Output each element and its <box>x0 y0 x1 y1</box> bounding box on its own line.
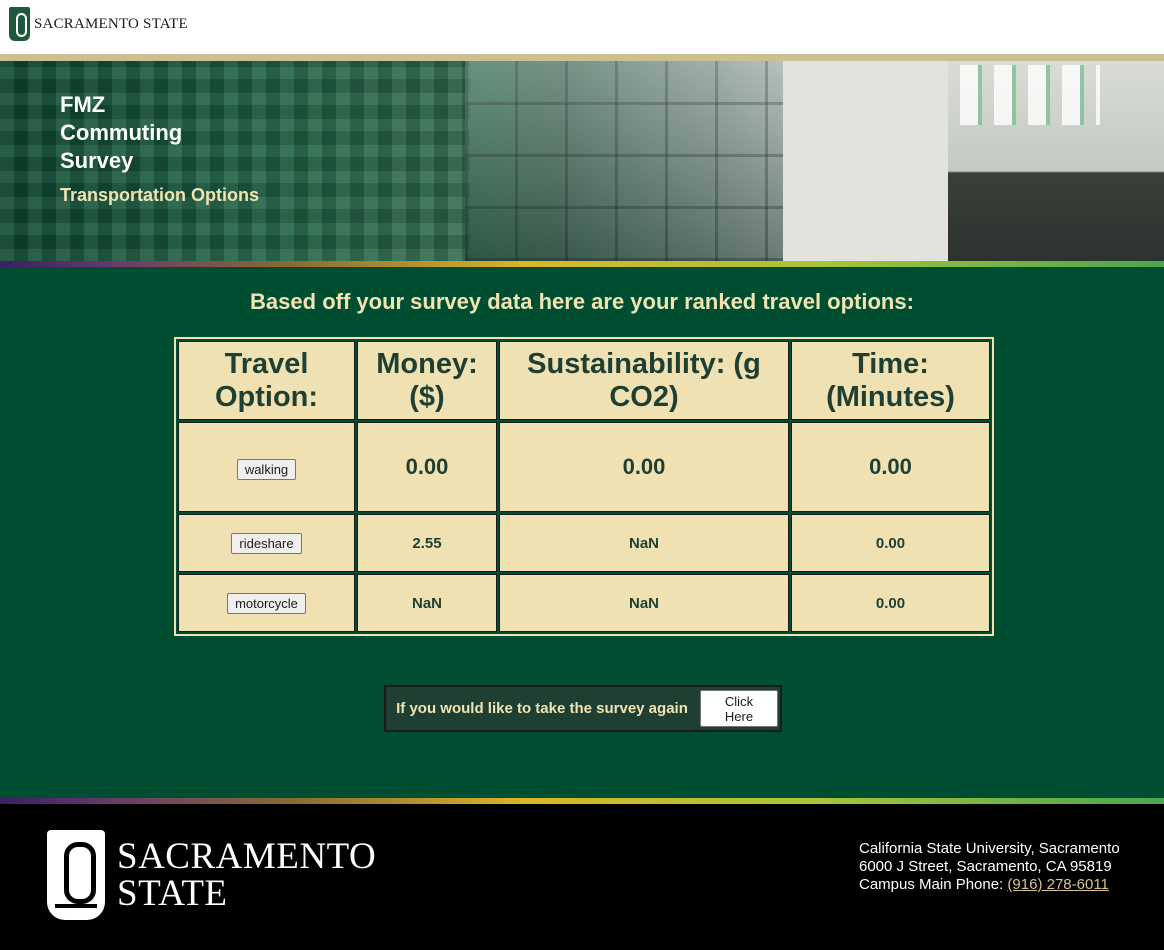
button-text: Click <box>724 693 754 709</box>
header-text: (Minutes) <box>826 380 955 413</box>
address-line: 6000 J Street, Sacramento, CA 95819 <box>859 858 1112 875</box>
column-header-money: Money: ($) <box>357 341 497 420</box>
retake-survey-label: If you would like to take the survey aga… <box>396 699 688 717</box>
hero-banner: FMZ Commuting Survey Transportation Opti… <box>0 61 1164 261</box>
phone-link[interactable]: (916) 278-6011 <box>1007 876 1108 893</box>
header-text: Sustainability: (g <box>527 347 761 380</box>
gold-divider <box>0 54 1164 61</box>
header-text: Money: <box>376 347 478 380</box>
option-cell: motorcycle <box>178 574 355 632</box>
header-text: Time: <box>852 347 929 380</box>
hero-wall <box>783 61 948 261</box>
hero-tiles <box>960 65 1100 125</box>
column-header-sustainability: Sustainability: (g CO2) <box>499 341 789 420</box>
money-cell: NaN <box>357 574 497 632</box>
column-header-travel-option: Travel Option: <box>178 341 355 420</box>
retake-survey-box: If you would like to take the survey aga… <box>384 685 782 732</box>
torch-logo-icon <box>47 830 105 920</box>
time-cell: 0.00 <box>791 574 990 632</box>
header-text: Option: <box>214 380 319 413</box>
footer: SACRAMENTO STATE California State Univer… <box>0 804 1164 950</box>
page-title-line: Commuting <box>60 120 183 145</box>
header-text: Travel <box>224 347 309 380</box>
time-cell: 0.00 <box>791 422 990 512</box>
footer-logo-text: SACRAMENTO STATE <box>117 838 376 912</box>
header-text: ($) <box>409 380 445 413</box>
top-logo-text: SACRAMENTO STATE <box>34 15 188 32</box>
address-line: California State University, Sacramento <box>859 840 1120 857</box>
retake-survey-button[interactable]: Click Here <box>700 690 778 727</box>
page-title: FMZ Commuting Survey <box>60 91 182 175</box>
money-cell: 0.00 <box>357 422 497 512</box>
footer-address: California State University, Sacramento … <box>859 840 1120 894</box>
sustainability-cell: NaN <box>499 574 789 632</box>
torch-logo-icon <box>9 7 30 41</box>
top-logo[interactable]: SACRAMENTO STATE <box>9 7 188 41</box>
hero-glass-facade <box>465 61 783 261</box>
table-row: rideshare 2.55 NaN 0.00 <box>178 514 990 572</box>
button-text: Here <box>724 708 754 724</box>
phone-label: Campus Main Phone: <box>859 876 1008 893</box>
option-button-rideshare[interactable]: rideshare <box>231 532 302 554</box>
footer-logo[interactable]: SACRAMENTO STATE <box>47 830 376 920</box>
page-title-line: Survey <box>60 148 134 173</box>
sustainability-cell: 0.00 <box>499 422 789 512</box>
results-table: Travel Option: Money: ($) Sustainability… <box>174 337 994 636</box>
table-row: motorcycle NaN NaN 0.00 <box>178 574 990 632</box>
footer-logo-line: STATE <box>117 873 228 914</box>
money-cell: 2.55 <box>357 514 497 572</box>
table-header-row: Travel Option: Money: ($) Sustainability… <box>178 341 990 420</box>
page-subtitle: Transportation Options <box>60 185 260 205</box>
time-cell: 0.00 <box>791 514 990 572</box>
main-content: Based off your survey data here are your… <box>0 267 1164 798</box>
option-button-motorcycle[interactable]: motorcycle <box>227 592 306 614</box>
footer-logo-line: SACRAMENTO <box>117 836 377 877</box>
option-cell: rideshare <box>178 514 355 572</box>
column-header-time: Time: (Minutes) <box>791 341 990 420</box>
table-row: walking 0.00 0.00 0.00 <box>178 422 990 512</box>
sustainability-cell: NaN <box>499 514 789 572</box>
page-title-line: FMZ <box>60 92 106 117</box>
option-cell: walking <box>178 422 355 512</box>
option-button-walking[interactable]: walking <box>236 459 297 480</box>
phone-line: Campus Main Phone: (916) 278-6011 <box>859 876 1120 894</box>
header-text: CO2) <box>609 380 679 413</box>
top-bar: SACRAMENTO STATE <box>0 0 1164 54</box>
results-heading: Based off your survey data here are your… <box>250 289 914 314</box>
